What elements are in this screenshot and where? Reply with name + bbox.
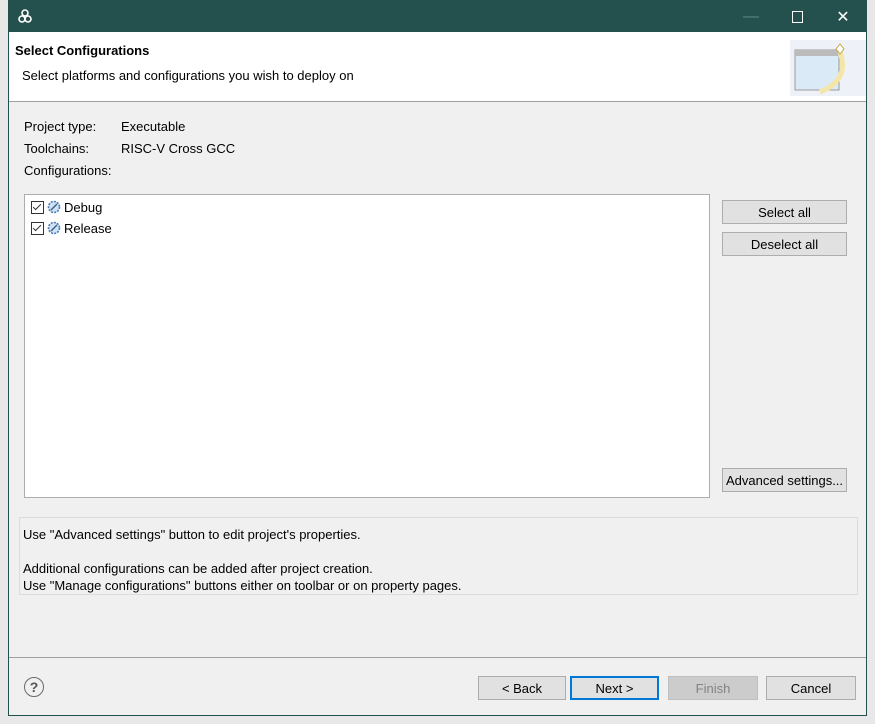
list-item[interactable]: Debug [31, 197, 102, 217]
minimize-button[interactable]: — [728, 1, 774, 32]
note-line: Use "Advanced settings" button to edit p… [23, 527, 361, 542]
notes-panel: Use "Advanced settings" button to edit p… [19, 517, 858, 595]
finish-button: Finish [668, 676, 758, 700]
close-button[interactable]: ✕ [820, 1, 866, 32]
wizard-header: Select Configurations Select platforms a… [9, 32, 866, 102]
back-button[interactable]: < Back [478, 676, 566, 700]
deselect-all-button[interactable]: Deselect all [722, 232, 847, 256]
help-button[interactable]: ? [24, 677, 44, 697]
advanced-settings-button[interactable]: Advanced settings... [722, 468, 847, 492]
checkbox-debug[interactable] [31, 200, 44, 214]
project-type-value: Executable [121, 119, 186, 134]
gear-icon [47, 200, 61, 214]
project-type-label: Project type: [24, 119, 97, 134]
wizard-dialog: — ✕ Select Configurations Select platfor… [8, 0, 867, 716]
wizard-banner-icon [790, 40, 866, 96]
checkbox-release[interactable] [31, 221, 44, 235]
note-line: Use "Manage configurations" buttons eith… [23, 578, 462, 593]
toolchains-label: Toolchains: [24, 141, 90, 156]
maximize-icon [791, 10, 803, 23]
config-label: Debug [64, 199, 103, 215]
toolchains-value: RISC-V Cross GCC [121, 141, 236, 156]
list-item[interactable]: Release [31, 218, 112, 238]
maximize-button[interactable] [774, 1, 820, 32]
page-title: Select Configurations [15, 43, 150, 58]
minimize-icon: — [743, 7, 759, 25]
next-button[interactable]: Next > [570, 676, 659, 700]
footer-divider [9, 657, 866, 658]
configurations-list: Debug Release [24, 194, 710, 498]
page-subtitle: Select platforms and configurations you … [22, 68, 354, 83]
configurations-label: Configurations: [24, 163, 112, 178]
title-bar[interactable]: — ✕ [9, 1, 866, 32]
note-line: Additional configurations can be added a… [23, 561, 373, 576]
config-label: Release [64, 220, 112, 236]
help-icon: ? [29, 679, 39, 695]
app-logo-icon [18, 9, 32, 23]
close-icon: ✕ [836, 8, 850, 26]
select-all-button[interactable]: Select all [722, 200, 847, 224]
gear-icon [47, 221, 61, 235]
cancel-button[interactable]: Cancel [766, 676, 856, 700]
